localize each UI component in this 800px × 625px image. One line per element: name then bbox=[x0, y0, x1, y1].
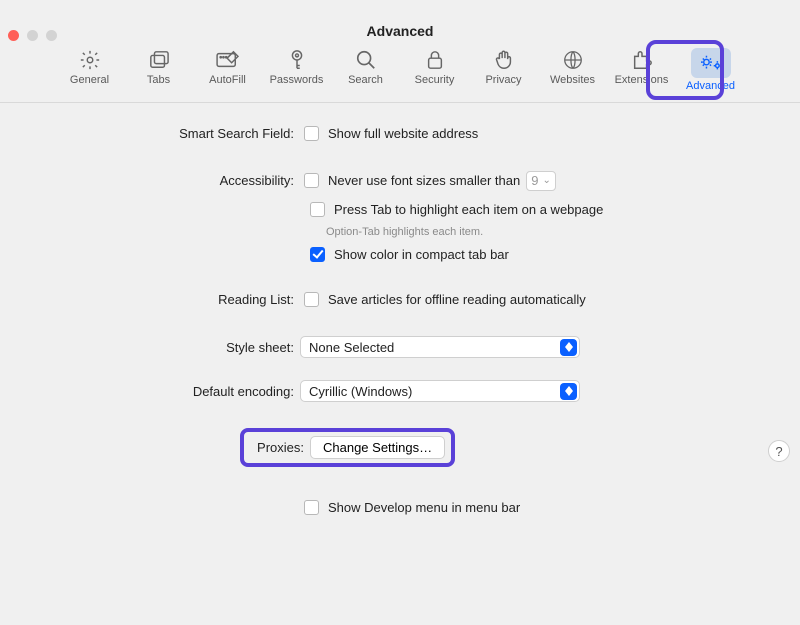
compact-tab-color-checkbox[interactable] bbox=[310, 247, 325, 262]
hand-icon bbox=[490, 48, 518, 72]
chevron-down-icon: ⌄ bbox=[542, 175, 550, 186]
tab-label: Websites bbox=[550, 74, 595, 86]
window-controls bbox=[8, 30, 57, 41]
tab-websites[interactable]: Websites bbox=[545, 48, 600, 92]
tab-label: AutoFill bbox=[209, 74, 246, 86]
lock-icon bbox=[421, 48, 449, 72]
press-tab-checkbox[interactable] bbox=[310, 202, 325, 217]
globe-icon bbox=[559, 48, 587, 72]
zoom-window-icon[interactable] bbox=[46, 30, 57, 41]
tab-security[interactable]: Security bbox=[407, 48, 462, 92]
gear-icon bbox=[76, 48, 104, 72]
min-font-checkbox[interactable] bbox=[304, 173, 319, 188]
advanced-form: Smart Search Field: Show full website ad… bbox=[0, 103, 800, 518]
key-icon bbox=[283, 48, 311, 72]
develop-menu-text: Show Develop menu in menu bar bbox=[328, 500, 520, 515]
tab-label: Extensions bbox=[615, 74, 669, 86]
title-bar: Advanced bbox=[0, 0, 800, 42]
updown-arrows-icon bbox=[560, 339, 577, 356]
reading-list-label: Reading List: bbox=[0, 292, 300, 307]
proxies-label: Proxies: bbox=[250, 440, 304, 455]
tab-search[interactable]: Search bbox=[338, 48, 393, 92]
tab-label: Privacy bbox=[485, 74, 521, 86]
style-sheet-popup[interactable]: None Selected bbox=[300, 336, 580, 358]
tab-label: Security bbox=[415, 74, 455, 86]
close-window-icon[interactable] bbox=[8, 30, 19, 41]
default-encoding-value: Cyrillic (Windows) bbox=[309, 384, 412, 399]
highlight-proxies: Proxies: Change Settings… bbox=[240, 428, 455, 467]
accessibility-label: Accessibility: bbox=[0, 173, 300, 188]
style-sheet-label: Style sheet: bbox=[0, 340, 300, 355]
style-sheet-value: None Selected bbox=[309, 340, 394, 355]
option-tab-hint: Option-Tab highlights each item. bbox=[326, 226, 700, 238]
autofill-icon bbox=[214, 48, 242, 72]
tab-autofill[interactable]: AutoFill bbox=[200, 48, 255, 92]
tab-label: General bbox=[70, 74, 109, 86]
show-full-address-text: Show full website address bbox=[328, 126, 478, 141]
updown-arrows-icon bbox=[560, 383, 577, 400]
min-font-text: Never use font sizes smaller than bbox=[328, 173, 520, 188]
tab-label: Advanced bbox=[686, 80, 735, 92]
tab-advanced[interactable]: Advanced bbox=[683, 48, 738, 92]
magnifier-icon bbox=[352, 48, 380, 72]
puzzle-icon bbox=[628, 48, 656, 72]
gears-icon bbox=[697, 51, 725, 75]
default-encoding-label: Default encoding: bbox=[0, 384, 300, 399]
develop-menu-checkbox[interactable] bbox=[304, 500, 319, 515]
change-settings-button[interactable]: Change Settings… bbox=[310, 436, 445, 459]
tab-label: Tabs bbox=[147, 74, 170, 86]
press-tab-text: Press Tab to highlight each item on a we… bbox=[334, 202, 603, 217]
tab-tabs[interactable]: Tabs bbox=[131, 48, 186, 92]
compact-tab-color-text: Show color in compact tab bar bbox=[334, 247, 509, 262]
save-offline-text: Save articles for offline reading automa… bbox=[328, 292, 586, 307]
default-encoding-popup[interactable]: Cyrillic (Windows) bbox=[300, 380, 580, 402]
tab-general[interactable]: General bbox=[62, 48, 117, 92]
tabs-icon bbox=[145, 48, 173, 72]
tab-label: Passwords bbox=[270, 74, 324, 86]
save-offline-checkbox[interactable] bbox=[304, 292, 319, 307]
tab-passwords[interactable]: Passwords bbox=[269, 48, 324, 92]
show-full-address-checkbox[interactable] bbox=[304, 126, 319, 141]
min-font-stepper[interactable]: 9 ⌄ bbox=[526, 171, 556, 191]
preferences-toolbar: General Tabs AutoFill Passwords bbox=[0, 42, 800, 103]
smart-search-label: Smart Search Field: bbox=[0, 126, 300, 141]
window-title: Advanced bbox=[367, 23, 434, 39]
tab-extensions[interactable]: Extensions bbox=[614, 48, 669, 92]
tab-label: Search bbox=[348, 74, 383, 86]
minimize-window-icon[interactable] bbox=[27, 30, 38, 41]
help-button[interactable]: ? bbox=[768, 440, 790, 462]
tab-privacy[interactable]: Privacy bbox=[476, 48, 531, 92]
